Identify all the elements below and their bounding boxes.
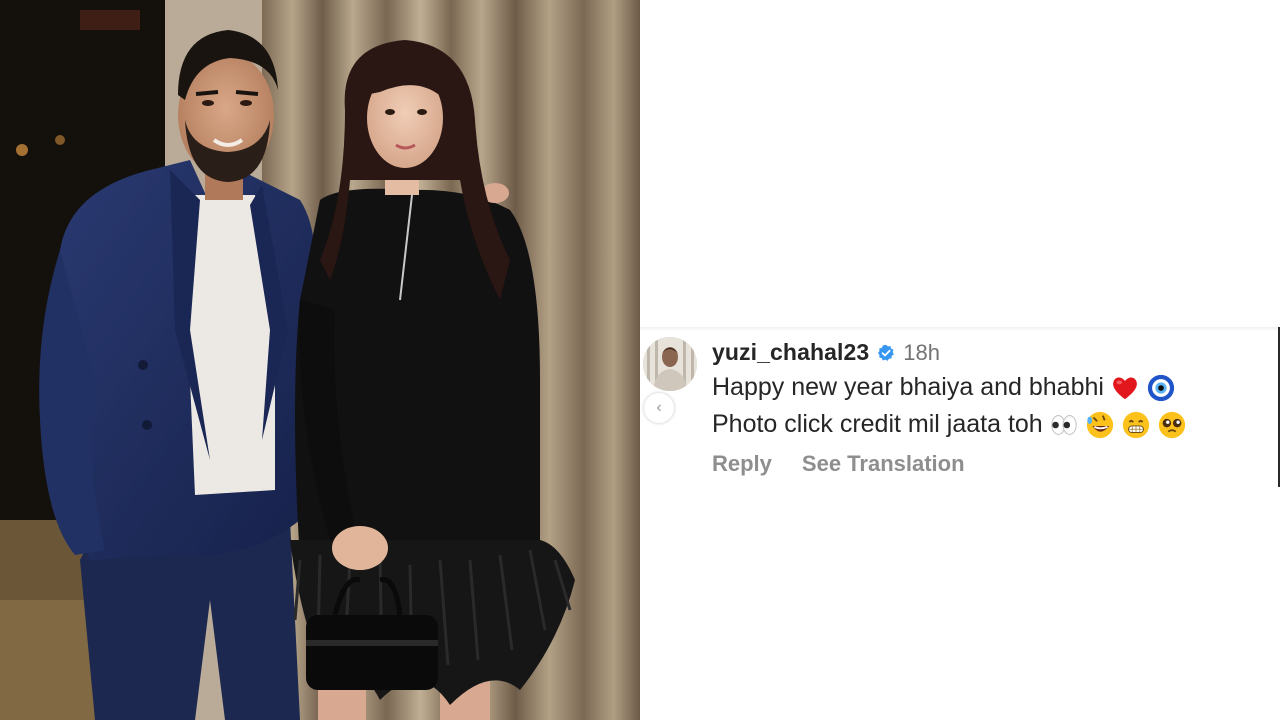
couple-photo xyxy=(0,0,640,720)
card-shadow xyxy=(640,327,1278,331)
instagram-comment: ‹ yuzi_chahal23 18h Happy new year bhaiy… xyxy=(640,327,1280,487)
comment-actions: Reply See Translation xyxy=(712,451,965,477)
verified-badge-icon xyxy=(877,344,895,362)
comment-text-line-1: Happy new year bhaiya and bhabhi xyxy=(712,373,1104,401)
beaming-face-icon xyxy=(1121,410,1151,440)
avatar[interactable] xyxy=(643,337,697,391)
comment-line-1: Happy new year bhaiya and bhabhi xyxy=(712,369,1187,406)
reply-button[interactable]: Reply xyxy=(712,451,772,477)
comment-header: yuzi_chahal23 18h xyxy=(712,339,940,366)
red-heart-icon xyxy=(1110,373,1140,403)
comment-line-2: Photo click credit mil jaata toh xyxy=(712,406,1187,443)
comment-timestamp: 18h xyxy=(903,339,940,365)
see-translation-button[interactable]: See Translation xyxy=(802,451,965,477)
collage: ‹ yuzi_chahal23 18h Happy new year bhaiy… xyxy=(0,0,1280,720)
chevron-left-icon[interactable]: ‹ xyxy=(644,393,674,423)
comment-text-line-2: Photo click credit mil jaata toh xyxy=(712,410,1043,438)
comment-panel: ‹ yuzi_chahal23 18h Happy new year bhaiy… xyxy=(640,0,1280,720)
comment-body: Happy new year bhaiya and bhabhi Photo c… xyxy=(712,369,1187,443)
username[interactable]: yuzi_chahal23 xyxy=(712,339,869,366)
nazar-amulet-icon xyxy=(1146,373,1176,403)
eyes-icon xyxy=(1049,410,1079,440)
rolling-on-floor-laughing-icon xyxy=(1085,410,1115,440)
pleading-face-icon xyxy=(1157,410,1187,440)
